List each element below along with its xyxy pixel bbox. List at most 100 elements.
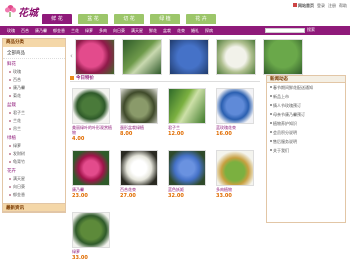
nav-item[interactable]: 玫瑰 bbox=[7, 28, 15, 34]
product-name[interactable]: 绿萝 bbox=[72, 249, 112, 254]
sidebar-item[interactable]: 百合 bbox=[3, 76, 65, 84]
sidebar-category[interactable]: 绿植 bbox=[3, 133, 65, 142]
news-item[interactable]: 植物养护知识 bbox=[267, 119, 345, 128]
nav-item[interactable]: 花束 bbox=[177, 28, 185, 34]
product-card[interactable]: 蓝玫瑰花束 16.00 bbox=[216, 88, 256, 137]
product-price: 16.00 bbox=[216, 131, 232, 137]
news-item[interactable]: 售后服务说明 bbox=[267, 137, 345, 146]
sidebar-item[interactable]: 满天星 bbox=[3, 175, 65, 183]
tab[interactable]: 盆 花 bbox=[78, 14, 108, 24]
product-name[interactable]: 蛋形盆栽绿植 bbox=[120, 125, 160, 130]
featured-thumb[interactable] bbox=[263, 38, 303, 75]
sidebar-item[interactable]: 绿萝 bbox=[3, 142, 65, 150]
main-content: 今日特价 bbox=[70, 75, 260, 82]
tab[interactable]: 花 卉 bbox=[186, 14, 216, 24]
product-image[interactable] bbox=[72, 150, 110, 186]
product-image[interactable] bbox=[120, 150, 158, 186]
top-link[interactable]: 帮助 bbox=[339, 3, 347, 9]
nav-item[interactable]: 郁金香 bbox=[53, 28, 65, 34]
product-price: 4.00 bbox=[72, 136, 85, 142]
product-card[interactable]: 蛋形盆栽绿植 8.00 bbox=[120, 88, 160, 137]
product-card[interactable]: 康乃馨 23.00 bbox=[72, 150, 112, 199]
product-image[interactable] bbox=[216, 150, 254, 186]
product-price: 33.00 bbox=[72, 255, 88, 261]
sidebar-item[interactable]: 玫瑰 bbox=[3, 68, 65, 76]
product-image[interactable] bbox=[72, 88, 110, 124]
news-item[interactable]: 春节期间鲜花配送通知 bbox=[267, 83, 345, 92]
product-card[interactable]: 百合花束 27.00 bbox=[120, 150, 160, 199]
sidebar-item[interactable]: 向日葵 bbox=[3, 183, 65, 191]
tab[interactable]: 切 花 bbox=[114, 14, 144, 24]
product-name[interactable]: 多肉植物 bbox=[216, 187, 256, 192]
sidebar: 商品分类 全部商品 鲜花 玫瑰 百合 康乃馨 菊花 盆栽 君子兰 兰花 吊兰 绿… bbox=[2, 38, 66, 213]
product-name[interactable]: 康乃馨 bbox=[72, 187, 112, 192]
sidebar-title: 商品分类 bbox=[3, 39, 65, 47]
product-name[interactable]: 蓝玫瑰花束 bbox=[216, 125, 256, 130]
product-image[interactable] bbox=[168, 88, 206, 124]
product-name[interactable]: 蓝色妖姬 bbox=[168, 187, 208, 192]
logo-text: 花城 bbox=[18, 8, 38, 19]
top-link[interactable]: 登录 bbox=[317, 3, 325, 9]
featured-thumb[interactable] bbox=[75, 38, 115, 75]
sidebar-item[interactable]: 康乃馨 bbox=[3, 84, 65, 92]
product-price: 12.00 bbox=[168, 131, 184, 137]
product-image[interactable] bbox=[72, 212, 110, 248]
sidebar-category[interactable]: 鲜花 bbox=[3, 59, 65, 68]
sidebar-item[interactable]: 龟背竹 bbox=[3, 158, 65, 166]
nav-item[interactable]: 盆栽 bbox=[163, 28, 171, 34]
all-products-link[interactable]: 全部商品 bbox=[3, 47, 65, 59]
nav-item[interactable]: 满天星 bbox=[131, 28, 143, 34]
featured-strip: ‹ bbox=[70, 38, 345, 75]
product-price: 33.00 bbox=[216, 193, 232, 199]
product-name[interactable]: 百合花束 bbox=[120, 187, 160, 192]
nav-item[interactable]: 婚礼 bbox=[191, 28, 199, 34]
featured-thumb[interactable] bbox=[169, 38, 209, 75]
category-tabs: 鲜 花 盆 花 切 花 绿 植 花 卉 bbox=[42, 14, 222, 25]
section-title: 今日特价 bbox=[76, 76, 94, 81]
nav-item[interactable]: 向日葵 bbox=[113, 28, 125, 34]
header: 花城 网站首页 登录 注册 帮助 鲜 花 盆 花 切 花 绿 植 花 卉 bbox=[0, 0, 350, 26]
sidebar-category[interactable]: 花卉 bbox=[3, 166, 65, 175]
top-link[interactable]: 注册 bbox=[328, 3, 336, 9]
tab[interactable]: 鲜 花 bbox=[42, 14, 72, 24]
top-link[interactable]: 网站首页 bbox=[293, 3, 314, 9]
product-card[interactable]: 多肉植物 33.00 bbox=[216, 150, 256, 199]
news-item[interactable]: 会员积分说明 bbox=[267, 128, 345, 137]
sidebar-news-title: 最新资讯 bbox=[2, 203, 66, 212]
product-card[interactable]: 绿萝 33.00 bbox=[72, 212, 112, 261]
tab[interactable]: 绿 植 bbox=[150, 14, 180, 24]
search-input[interactable] bbox=[265, 28, 305, 33]
nav-item[interactable]: 鲜花 bbox=[149, 28, 157, 34]
product-card[interactable]: 美丽绿叶的叶形观赏植物 4.00 bbox=[72, 88, 112, 142]
product-image[interactable] bbox=[216, 88, 254, 124]
nav-item[interactable]: 百合 bbox=[21, 28, 29, 34]
nav-item[interactable]: 探病 bbox=[205, 28, 213, 34]
sidebar-item[interactable]: 发财树 bbox=[3, 150, 65, 158]
search-button[interactable]: 搜索 bbox=[307, 27, 315, 33]
product-name[interactable]: 美丽绿叶的叶形观赏植物 bbox=[72, 125, 112, 135]
sidebar-category[interactable]: 盆栽 bbox=[3, 100, 65, 109]
product-card[interactable]: 蓝色妖姬 32.00 bbox=[168, 150, 208, 199]
news-item[interactable]: 关于我们 bbox=[267, 146, 345, 155]
featured-thumb[interactable] bbox=[122, 38, 162, 75]
sidebar-item[interactable]: 兰花 bbox=[3, 117, 65, 125]
nav-item[interactable]: 绿萝 bbox=[85, 28, 93, 34]
product-card[interactable]: 君子兰 12.00 bbox=[168, 88, 208, 137]
news-item[interactable]: 情人节玫瑰预订 bbox=[267, 101, 345, 110]
product-image[interactable] bbox=[168, 150, 206, 186]
news-item[interactable]: 母亲节康乃馨预订 bbox=[267, 110, 345, 119]
news-item[interactable]: 新品上市 bbox=[267, 92, 345, 101]
sidebar-item[interactable]: 菊花 bbox=[3, 92, 65, 100]
home-icon bbox=[293, 3, 297, 7]
featured-thumb[interactable] bbox=[216, 38, 256, 75]
product-image[interactable] bbox=[120, 88, 158, 124]
nav-item[interactable]: 多肉 bbox=[99, 28, 107, 34]
sidebar-item[interactable]: 吊兰 bbox=[3, 125, 65, 133]
nav-item[interactable]: 兰花 bbox=[71, 28, 79, 34]
sidebar-item[interactable]: 郁金香 bbox=[3, 191, 65, 199]
news-title: 新闻动态 bbox=[267, 76, 345, 83]
product-name[interactable]: 君子兰 bbox=[168, 125, 208, 130]
top-links: 网站首页 登录 注册 帮助 bbox=[290, 3, 347, 9]
sidebar-item[interactable]: 君子兰 bbox=[3, 109, 65, 117]
nav-item[interactable]: 康乃馨 bbox=[35, 28, 47, 34]
